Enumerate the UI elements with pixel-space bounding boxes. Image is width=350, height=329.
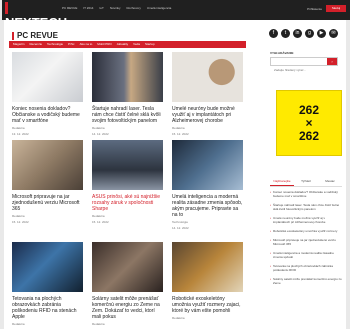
sidebar-list-item[interactable]: Microsoft pripravuje na jar zjednodušenú… [270, 238, 342, 246]
topnav-item[interactable]: PC REVUE [62, 6, 77, 11]
top-bar: NEXTECH PC REVUE IT 2014 IoT Novinky Roz… [2, 0, 350, 30]
section-nav-item[interactable]: Aktuality [117, 41, 128, 48]
pc-revue-name: PC REVUE [17, 31, 58, 40]
article-author: Redakcia [172, 316, 185, 320]
sidebar-tabs: Najčítanejšie Týždeň Mesiac [270, 179, 342, 187]
section-nav: Magazín Recenzie Technológie PrSc Ako na… [9, 41, 246, 48]
article-title[interactable]: Tetovania na plochých obrazovkách zabrán… [12, 296, 83, 320]
article-author: Redakcia [12, 126, 25, 130]
article-card[interactable]: Tetovania na plochých obrazovkách zabrán… [12, 242, 83, 326]
youtube-icon[interactable]: ▶ [317, 29, 326, 38]
ad-width: 262 [298, 102, 320, 117]
article-date: 15. 12. 2022 [172, 132, 189, 136]
pc-revue-logo[interactable]: PC REVUE [12, 32, 58, 40]
article-author: Redakcia [172, 126, 185, 130]
article-card[interactable]: Microsoft pripravuje na jar zjednodušenú… [12, 140, 83, 224]
section-nav-item[interactable]: Magazín [13, 41, 25, 48]
article-card[interactable]: Umelá inteligencia a moderná realita zás… [172, 140, 243, 230]
article-card[interactable]: ASUS prinôsi, aké sú najnižšie rozsahy z… [92, 140, 163, 224]
article-author: Redakcia [12, 322, 25, 326]
article-card[interactable]: Robotické exoskeletóny umožnia využiť ro… [172, 242, 243, 320]
section-nav-item[interactable]: Technológie [47, 41, 63, 48]
article-author: Redakcia [92, 322, 105, 326]
article-author: Redakcia [92, 214, 105, 218]
article-card[interactable]: Solárny satelit môže prenášať komerčnú e… [92, 242, 163, 326]
social-links: f t in g ▶ ✉ [269, 29, 338, 38]
top-right: Prihlásenie Sleduj [307, 5, 346, 12]
article-date: 14. 12. 2022 [172, 226, 189, 230]
section-nav-item[interactable]: Startup [145, 41, 155, 48]
twitter-icon[interactable]: t [281, 29, 290, 38]
google-icon[interactable]: g [305, 29, 314, 38]
section-nav-item[interactable]: Recenzie [30, 41, 43, 48]
article-title[interactable]: Microsoft pripravuje na jar zjednodušenú… [12, 194, 83, 212]
article-date: 15. 12. 2022 [92, 220, 109, 224]
tab-month[interactable]: Mesiac [318, 179, 342, 186]
article-image[interactable] [92, 52, 163, 102]
article-card[interactable]: Umelé neuróny bude možné využiť aj v imp… [172, 52, 243, 136]
sidebar-list-item[interactable]: Solárny satelit môže prenášať komerčnú e… [270, 277, 342, 285]
topnav-item[interactable]: IT 2014 [83, 6, 93, 11]
article-image[interactable] [12, 52, 83, 102]
ad-height: 262 [298, 128, 320, 143]
ad-placeholder[interactable]: 262 × 262 [276, 90, 342, 156]
sidebar-list-item[interactable]: Umelá inteligencia a moderná realita zás… [270, 251, 342, 259]
article-author: Redakcia [12, 214, 25, 218]
article-image[interactable] [92, 242, 163, 292]
section-nav-item[interactable]: Mobil PRO [97, 41, 112, 48]
page-content: PC REVUE f t in g ▶ ✉ Magazín Recenzie T… [4, 20, 346, 329]
article-title[interactable]: Robotické exoskeletóny umožnia využiť ro… [172, 296, 243, 314]
article-card[interactable]: Štartuje nahradí laser. Tesla nám chce č… [92, 52, 163, 136]
article-date: 13. 12. 2022 [12, 132, 29, 136]
article-image[interactable] [12, 140, 83, 190]
article-title[interactable]: ASUS prinôsi, aké sú najnižšie rozsahy z… [92, 194, 163, 212]
mail-icon[interactable]: ✉ [329, 29, 338, 38]
article-image[interactable] [92, 140, 163, 190]
topnav-item[interactable]: Umelá inteligencia [147, 6, 172, 11]
article-image[interactable] [172, 52, 243, 102]
article-card[interactable]: Koniec nosenia dokladov? Občianske a vod… [12, 52, 83, 136]
sidebar-list-item[interactable]: Koniec nosenia dokladov? Občianske a vod… [270, 190, 342, 198]
topnav-item[interactable]: Novinky [110, 6, 121, 11]
article-date: 15. 12. 2022 [12, 220, 29, 224]
article-image[interactable] [12, 242, 83, 292]
linkedin-icon[interactable]: in [293, 29, 302, 38]
ad-times: × [305, 115, 313, 130]
article-image[interactable] [172, 140, 243, 190]
article-author: Redakcia [92, 126, 105, 130]
top-nav: PC REVUE IT 2014 IoT Novinky Rozhovory U… [62, 6, 171, 11]
article-image[interactable] [172, 242, 243, 292]
article-date: 14. 12. 2022 [92, 132, 109, 136]
sidebar-list: Koniec nosenia dokladov? Občianske a vod… [270, 190, 342, 290]
section-nav-item[interactable]: Veda [133, 41, 140, 48]
login-link[interactable]: Prihlásenie [307, 7, 322, 11]
article-title[interactable]: Solárny satelit môže prenášať komerčnú e… [92, 296, 163, 320]
sidebar-list-item[interactable]: Umelé neuróny bude možné využiť aj v imp… [270, 216, 342, 224]
article-title[interactable]: Štartuje nahradí laser. Tesla nám chce č… [92, 106, 163, 124]
topnav-item[interactable]: Rozhovory [126, 6, 140, 11]
sidebar-list-item[interactable]: Robotické exoskeletóny umožnia využiť ro… [270, 229, 342, 233]
sidebar-search: › [270, 57, 338, 74]
signin-button[interactable]: Sleduj [326, 5, 346, 12]
section-nav-item[interactable]: Ako na to [80, 41, 93, 48]
logo-mark [5, 2, 8, 14]
article-title[interactable]: Umelá inteligencia a moderná realita zás… [172, 194, 243, 218]
article-title[interactable]: Umelé neuróny bude možné využiť aj v imp… [172, 106, 243, 124]
sidebar-list-item[interactable]: Tetovania na plochých obrazovkách zabrán… [270, 264, 342, 272]
topnav-item[interactable]: IoT [99, 6, 103, 11]
search-input[interactable] [271, 66, 323, 74]
sidebar-search-title: VYHĽADÁVANIE [270, 51, 294, 55]
facebook-icon[interactable]: f [269, 29, 278, 38]
nextech-logo[interactable]: NEXTECH [5, 2, 67, 30]
article-title[interactable]: Koniec nosenia dokladov? Občianske a vod… [12, 106, 83, 124]
sidebar-list-item[interactable]: Štartuje nahradí laser. Tesla nám chce č… [270, 203, 342, 211]
pc-revue-mark [12, 32, 14, 40]
tab-week[interactable]: Týždeň [294, 179, 318, 186]
section-nav-item[interactable]: PrSc [68, 41, 75, 48]
search-button[interactable]: › [327, 58, 337, 65]
tab-most-read[interactable]: Najčítanejšie [270, 179, 294, 186]
article-author: Technológie [172, 220, 189, 224]
